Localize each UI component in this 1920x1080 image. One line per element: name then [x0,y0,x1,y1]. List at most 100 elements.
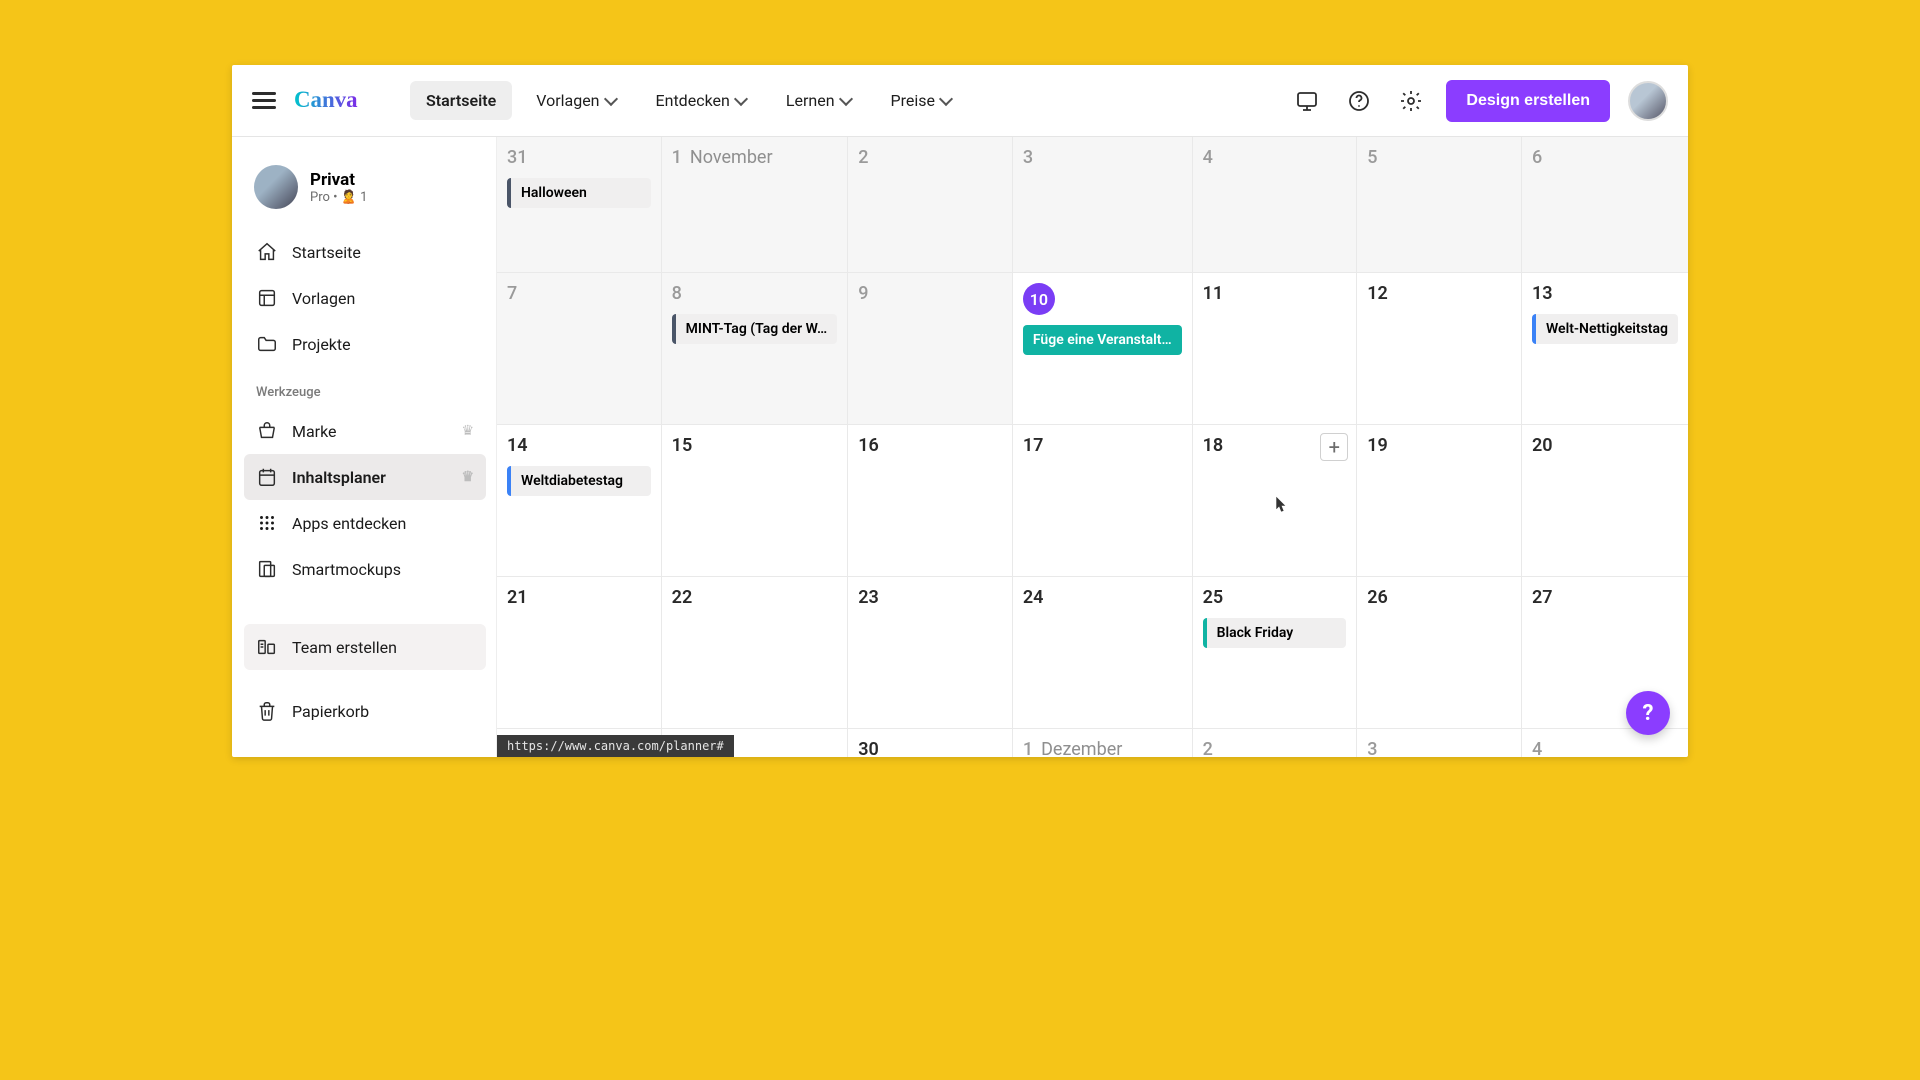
desktop-app-icon[interactable] [1290,84,1324,118]
day-number: 11 [1203,283,1224,304]
chevron-down-icon [939,91,953,105]
folder-icon [256,333,278,355]
calendar-cell[interactable]: 8 MINT-Tag (Tag der W… [662,273,849,425]
calendar-cell[interactable]: 16 [848,425,1013,577]
day-number: 7 [507,283,517,304]
day-number: 22 [672,587,693,608]
calendar-cell[interactable]: 19 [1357,425,1522,577]
day-number: 14 [507,435,528,456]
day-number: 27 [1532,587,1553,608]
calendar-cell[interactable]: 4 [1193,137,1358,273]
workspace-plan: Pro • 🙎 1 [310,190,367,205]
sidebar-item-inhaltsplaner[interactable]: Inhaltsplaner♛ [244,454,486,500]
sidebar-item-startseite[interactable]: Startseite [244,229,486,275]
calendar-cell[interactable]: 22 [662,577,849,729]
month-label: November [690,147,773,168]
help-fab-button[interactable]: ? [1626,691,1670,735]
nav-item-entdecken[interactable]: Entdecken [640,81,762,120]
calendar-cell[interactable]: 13Welt-Nettigkeitstag [1522,273,1688,425]
calendar-cell[interactable]: 14 Weltdiabetestag [497,425,662,577]
create-design-button[interactable]: Design erstellen [1446,80,1610,122]
user-avatar[interactable] [1628,81,1668,121]
top-bar: Canva Startseite Vorlagen Entdecken Lernen P… [232,65,1688,137]
sidebar-item-vorlagen[interactable]: Vorlagen [244,275,486,321]
calendar-cell[interactable]: 3 [1013,137,1193,273]
workspace-switcher[interactable]: Privat Pro • 🙎 1 [244,147,486,227]
calendar-cell[interactable]: 21 [497,577,662,729]
create-team-button[interactable]: Team erstellen [244,624,486,670]
calendar-cell[interactable]: 4 [1522,729,1688,757]
calendar-cell[interactable]: 1 November [662,137,849,273]
calendar-cell[interactable]: 24 [1013,577,1193,729]
hamburger-menu-icon[interactable] [252,88,276,113]
sidebar-section-tools: Werkzeuge [244,369,486,406]
canva-logo[interactable]: Canva [294,86,382,114]
status-bar-url: https://www.canva.com/planner# [497,735,734,757]
day-number: 8 [672,283,682,304]
calendar-cell[interactable]: 6 [1522,137,1688,273]
workspace-avatar [254,165,298,209]
nav-item-vorlagen[interactable]: Vorlagen [520,81,631,120]
day-number: 16 [858,435,879,456]
add-event-button[interactable]: + [1320,433,1348,461]
calendar-event[interactable]: Füge eine Veranstalt… [1023,325,1182,355]
day-number: 19 [1367,435,1388,456]
calendar-cell[interactable]: 20 [1522,425,1688,577]
sidebar-item-projekte[interactable]: Projekte [244,321,486,367]
calendar-cell[interactable]: 2 [848,137,1013,273]
sidebar-item-label: Smartmockups [292,560,401,579]
nav-item-label: Entdecken [656,91,730,110]
day-number: 6 [1532,147,1542,168]
day-number: 15 [672,435,693,456]
calendar-event[interactable]: MINT-Tag (Tag der W… [672,314,838,344]
calendar-cell[interactable]: 18+ [1193,425,1358,577]
nav-item-lernen[interactable]: Lernen [770,81,867,120]
primary-nav: Startseite Vorlagen Entdecken Lernen Preise [410,81,967,120]
calendar-event[interactable]: Welt-Nettigkeitstag [1532,314,1678,344]
nav-item-label: Preise [891,91,935,110]
calendar-event[interactable]: Black Friday [1203,618,1347,648]
create-team-label: Team erstellen [292,638,397,657]
day-number: 1 [1023,739,1033,757]
calendar-cell[interactable]: 3 [1357,729,1522,757]
calendar-cell[interactable]: 10Füge eine Veranstalt… [1013,273,1193,425]
calendar-cell[interactable]: 1Dezember [1013,729,1193,757]
help-icon[interactable] [1342,84,1376,118]
sidebar-item-label: Inhaltsplaner [292,468,386,487]
calendar-cell[interactable]: 9 [848,273,1013,425]
chevron-down-icon [603,91,617,105]
sidebar-item-apps-entdecken[interactable]: Apps entdecken [244,500,486,546]
calendar-cell[interactable]: 31Halloween [497,137,662,273]
settings-gear-icon[interactable] [1394,84,1428,118]
day-number: 30 [858,739,879,757]
calendar-event[interactable]: Weltdiabetestag [507,466,651,496]
calendar-cell[interactable]: 2 [1193,729,1358,757]
sidebar-item-label: Apps entdecken [292,514,406,533]
templates-icon [256,287,278,309]
calendar-event[interactable]: Halloween [507,178,651,208]
trash-button[interactable]: Papierkorb [244,688,486,734]
svg-text:Canva: Canva [294,88,358,113]
calendar-cell[interactable]: 23 [848,577,1013,729]
day-number: 9 [858,283,868,304]
sidebar-item-label: Startseite [292,243,361,262]
calendar-cell[interactable]: 15 [662,425,849,577]
calendar-cell[interactable]: 12 [1357,273,1522,425]
nav-item-label: Startseite [426,91,496,110]
team-icon [256,636,278,658]
calendar-cell[interactable]: 17 [1013,425,1193,577]
calendar-cell[interactable]: 25Black Friday [1193,577,1358,729]
sidebar-item-label: Vorlagen [292,289,355,308]
calendar-cell[interactable]: 7 [497,273,662,425]
nav-item-startseite[interactable]: Startseite [410,81,512,120]
day-number: 4 [1532,739,1542,757]
calendar-cell[interactable]: 5 [1357,137,1522,273]
nav-item-preise[interactable]: Preise [875,81,967,120]
day-number: 3 [1023,147,1033,168]
sidebar-item-marke[interactable]: Marke♛ [244,408,486,454]
calendar-cell[interactable]: 30 [848,729,1013,757]
sidebar-item-smartmockups[interactable]: Smartmockups [244,546,486,592]
day-number: 1 [672,147,682,168]
calendar-cell[interactable]: 26 [1357,577,1522,729]
calendar-cell[interactable]: 11 [1193,273,1358,425]
